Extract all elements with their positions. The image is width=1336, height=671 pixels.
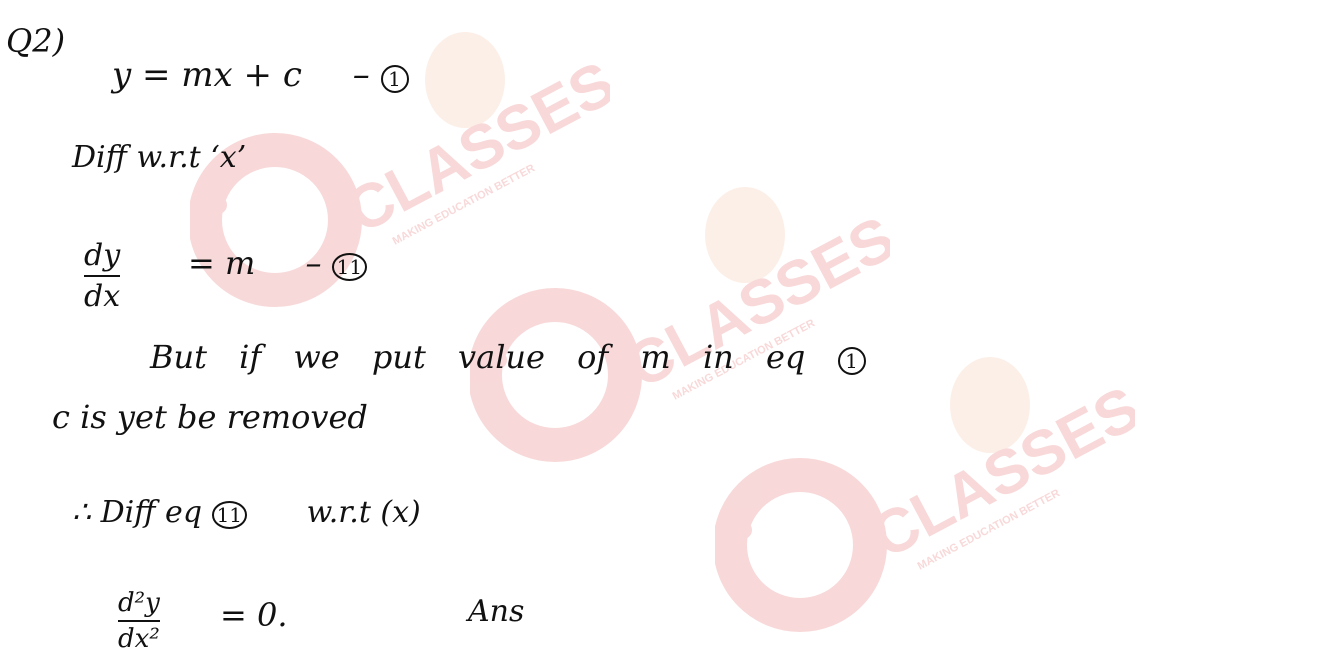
step-2-suffix: w.r.t (x) <box>306 495 421 530</box>
equation-1-text: y = mx + c <box>112 55 302 95</box>
second-derivative-bar <box>118 620 160 622</box>
watermark-2: CLASSES MAKING EDUCATION BETTER <box>470 175 890 475</box>
step-2-prefix: ∴ Diff eq <box>72 495 203 530</box>
step-differentiate-2: ∴ Diff eq 11 w.r.t (x) <box>72 495 421 530</box>
equation-2-value: = m <box>188 244 256 282</box>
equation-3-rhs: = 0. <box>220 596 288 634</box>
fraction-numerator: dy <box>84 238 121 273</box>
step-differentiate-1: Diff w.r.t ‘x’ <box>72 140 247 175</box>
note-line-1-text: But if we put value of m in eq <box>150 338 806 376</box>
note-line-2: c is yet be removed <box>52 398 368 436</box>
fraction-bar <box>84 275 121 277</box>
watermark-3: CLASSES MAKING EDUCATION BETTER <box>715 345 1135 645</box>
equation-1: y = mx + c – 1 <box>112 55 409 95</box>
equation-1-tag: 1 <box>380 65 409 93</box>
note-line-1: But if we put value of m in eq 1 <box>150 338 866 376</box>
equation-2-tag: 11 <box>331 253 368 281</box>
question-label: Q2) <box>6 22 66 60</box>
second-derivative: d²y dx² <box>118 588 160 654</box>
equation-2-dash: – <box>305 244 322 282</box>
svg-text:MAKING EDUCATION BETTER: MAKING EDUCATION BETTER <box>391 162 537 247</box>
fraction-denominator: dx <box>84 279 121 314</box>
derivative-dy-dx: dy dx <box>84 238 121 314</box>
note-line-1-tag: 1 <box>837 347 866 375</box>
equation-2-rhs: = m – 11 <box>188 244 368 282</box>
second-derivative-denominator: dx² <box>118 624 160 654</box>
svg-text:MAKING EDUCATION BETTER: MAKING EDUCATION BETTER <box>916 487 1062 572</box>
svg-text:CLASSES: CLASSES <box>860 374 1135 572</box>
step-2-tag: 11 <box>211 501 248 529</box>
answer-label: Ans <box>468 594 525 629</box>
equation-1-dash: – <box>352 55 370 95</box>
second-derivative-numerator: d²y <box>118 588 160 618</box>
